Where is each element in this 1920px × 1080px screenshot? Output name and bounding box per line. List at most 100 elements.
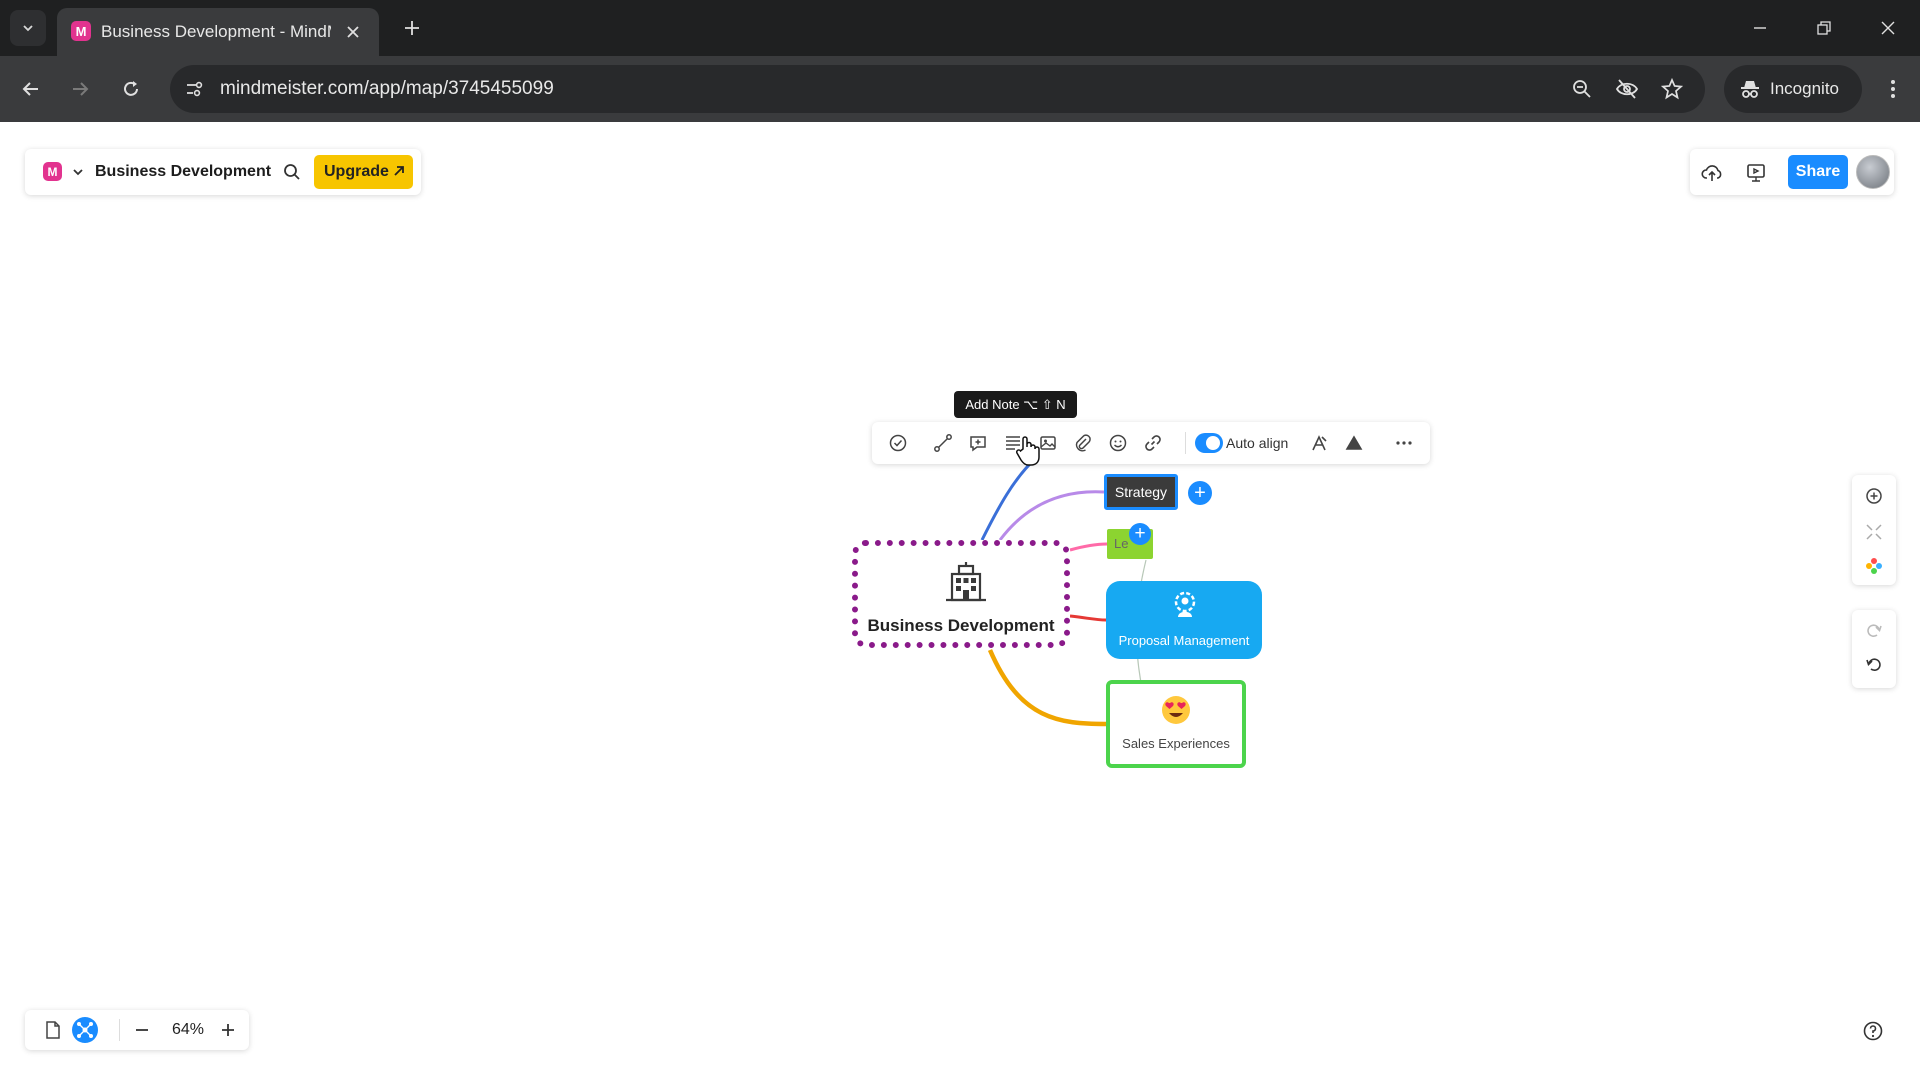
minimize-icon bbox=[1754, 27, 1766, 29]
focus-icon bbox=[1866, 488, 1882, 504]
redo-button[interactable] bbox=[1862, 619, 1886, 643]
window-close-icon bbox=[1881, 21, 1895, 35]
share-button[interactable]: Share bbox=[1788, 155, 1848, 189]
back-icon bbox=[22, 82, 38, 96]
more-vert-icon bbox=[1891, 80, 1895, 98]
mindmap-view-icon bbox=[77, 1022, 93, 1038]
side-toolbar bbox=[1852, 475, 1896, 585]
theme-button[interactable] bbox=[1342, 431, 1366, 455]
plus-icon bbox=[405, 21, 419, 35]
task-button[interactable] bbox=[886, 431, 910, 455]
map-menu-button[interactable] bbox=[69, 163, 87, 181]
incognito-indicator[interactable]: Incognito bbox=[1724, 65, 1862, 113]
theme-icon bbox=[1345, 435, 1363, 450]
color-palette-button[interactable] bbox=[1862, 554, 1886, 578]
outline-view-button[interactable] bbox=[41, 1018, 65, 1042]
export-button[interactable] bbox=[1700, 161, 1724, 185]
connector-strategy bbox=[998, 490, 1105, 541]
arrow-up-right-icon bbox=[394, 166, 404, 176]
header-actions: Share bbox=[1690, 149, 1894, 195]
proposal-node-label: Proposal Management bbox=[1118, 633, 1250, 648]
toolbar-divider bbox=[1185, 432, 1186, 454]
auto-align-toggle[interactable] bbox=[1195, 433, 1223, 453]
more-options-button[interactable] bbox=[1392, 431, 1416, 455]
upgrade-button[interactable]: Upgrade bbox=[314, 155, 413, 189]
mindmap-view-button[interactable] bbox=[72, 1017, 98, 1043]
root-node[interactable]: Business Development bbox=[852, 540, 1070, 648]
tab-search-button[interactable] bbox=[10, 10, 46, 46]
auto-align-label: Auto align bbox=[1226, 435, 1289, 451]
minimize-button[interactable] bbox=[1740, 10, 1780, 46]
connector-sales bbox=[987, 649, 1107, 727]
sales-experiences-node[interactable]: Sales Experiences bbox=[1106, 680, 1246, 768]
color-palette-icon bbox=[1866, 558, 1882, 574]
strategy-node[interactable]: Strategy bbox=[1104, 474, 1178, 510]
emoji-button[interactable] bbox=[1106, 431, 1130, 455]
map-header: M Business Development Upgrade bbox=[25, 149, 421, 195]
style-button[interactable] bbox=[1307, 431, 1331, 455]
redo-icon bbox=[1867, 624, 1882, 638]
zoom-level[interactable]: 64% bbox=[163, 1020, 213, 1040]
reload-icon bbox=[124, 81, 138, 96]
zoom-out-button[interactable] bbox=[130, 1018, 154, 1042]
browser-menu-button[interactable] bbox=[1876, 70, 1910, 108]
undo-button[interactable] bbox=[1862, 653, 1886, 677]
comment-icon bbox=[970, 436, 986, 452]
search-button[interactable] bbox=[281, 161, 303, 183]
toggle-knob bbox=[1206, 436, 1220, 450]
incognito-label: Incognito bbox=[1770, 79, 1839, 98]
proposal-management-node[interactable]: Proposal Management bbox=[1106, 581, 1262, 659]
outline-view-icon bbox=[46, 1021, 60, 1039]
zoom-icon[interactable] bbox=[1569, 76, 1595, 102]
tab-close-button[interactable] bbox=[341, 20, 365, 44]
node-toolbar: Auto align bbox=[872, 422, 1430, 464]
back-button[interactable] bbox=[12, 70, 50, 108]
collapse-button[interactable] bbox=[1862, 520, 1886, 544]
window-close-button[interactable] bbox=[1868, 10, 1908, 46]
forward-button[interactable] bbox=[61, 70, 99, 108]
mindmeister-favicon: M bbox=[71, 21, 91, 41]
connector-proposal bbox=[1069, 614, 1107, 622]
address-bar[interactable]: mindmeister.com/app/map/3745455099 bbox=[170, 65, 1705, 113]
restore-icon bbox=[1817, 21, 1831, 35]
add-sibling-button[interactable]: + bbox=[1129, 523, 1151, 545]
restore-button[interactable] bbox=[1804, 10, 1844, 46]
avatar[interactable] bbox=[1856, 155, 1890, 189]
zoom-in-button[interactable] bbox=[216, 1018, 240, 1042]
focus-button[interactable] bbox=[1862, 484, 1886, 508]
eye-off-icon[interactable] bbox=[1614, 76, 1640, 102]
present-icon bbox=[1747, 164, 1765, 182]
star-icon[interactable] bbox=[1659, 76, 1685, 102]
browser-tab-bar: M Business Development - MindM bbox=[0, 0, 1920, 56]
help-button[interactable] bbox=[1860, 1018, 1886, 1044]
comment-button[interactable] bbox=[966, 431, 990, 455]
presentation-button[interactable] bbox=[1744, 161, 1768, 185]
add-child-button[interactable]: + bbox=[1188, 481, 1212, 505]
map-title[interactable]: Business Development bbox=[95, 162, 271, 182]
connect-icon bbox=[934, 434, 952, 452]
new-tab-button[interactable] bbox=[396, 12, 428, 44]
attachment-button[interactable] bbox=[1071, 431, 1095, 455]
link-button[interactable] bbox=[1141, 431, 1165, 455]
view-zoom-bar: 64% bbox=[25, 1010, 249, 1050]
zoom-out-icon bbox=[136, 1029, 148, 1031]
url-text[interactable]: mindmeister.com/app/map/3745455099 bbox=[220, 77, 554, 101]
site-info-icon[interactable] bbox=[182, 77, 206, 101]
reload-button[interactable] bbox=[112, 70, 150, 108]
bottom-divider bbox=[119, 1019, 120, 1041]
chevron-down-icon bbox=[73, 169, 83, 176]
connector-legal bbox=[1069, 542, 1108, 552]
connect-button[interactable] bbox=[931, 431, 955, 455]
person-gear-icon bbox=[1174, 591, 1196, 617]
heart-eyes-emoji bbox=[1162, 696, 1190, 724]
style-icon bbox=[1312, 435, 1327, 451]
mindmeister-logo[interactable]: M bbox=[43, 162, 62, 181]
forward-icon bbox=[73, 82, 89, 96]
incognito-icon bbox=[1741, 81, 1759, 98]
building-icon bbox=[946, 562, 986, 602]
browser-tab[interactable]: M Business Development - MindM bbox=[57, 8, 379, 56]
close-icon bbox=[347, 26, 359, 38]
browser-nav-bar: mindmeister.com/app/map/3745455099 Incog… bbox=[0, 56, 1920, 122]
collapse-icon bbox=[1866, 524, 1882, 540]
cloud-upload-icon bbox=[1701, 165, 1722, 181]
